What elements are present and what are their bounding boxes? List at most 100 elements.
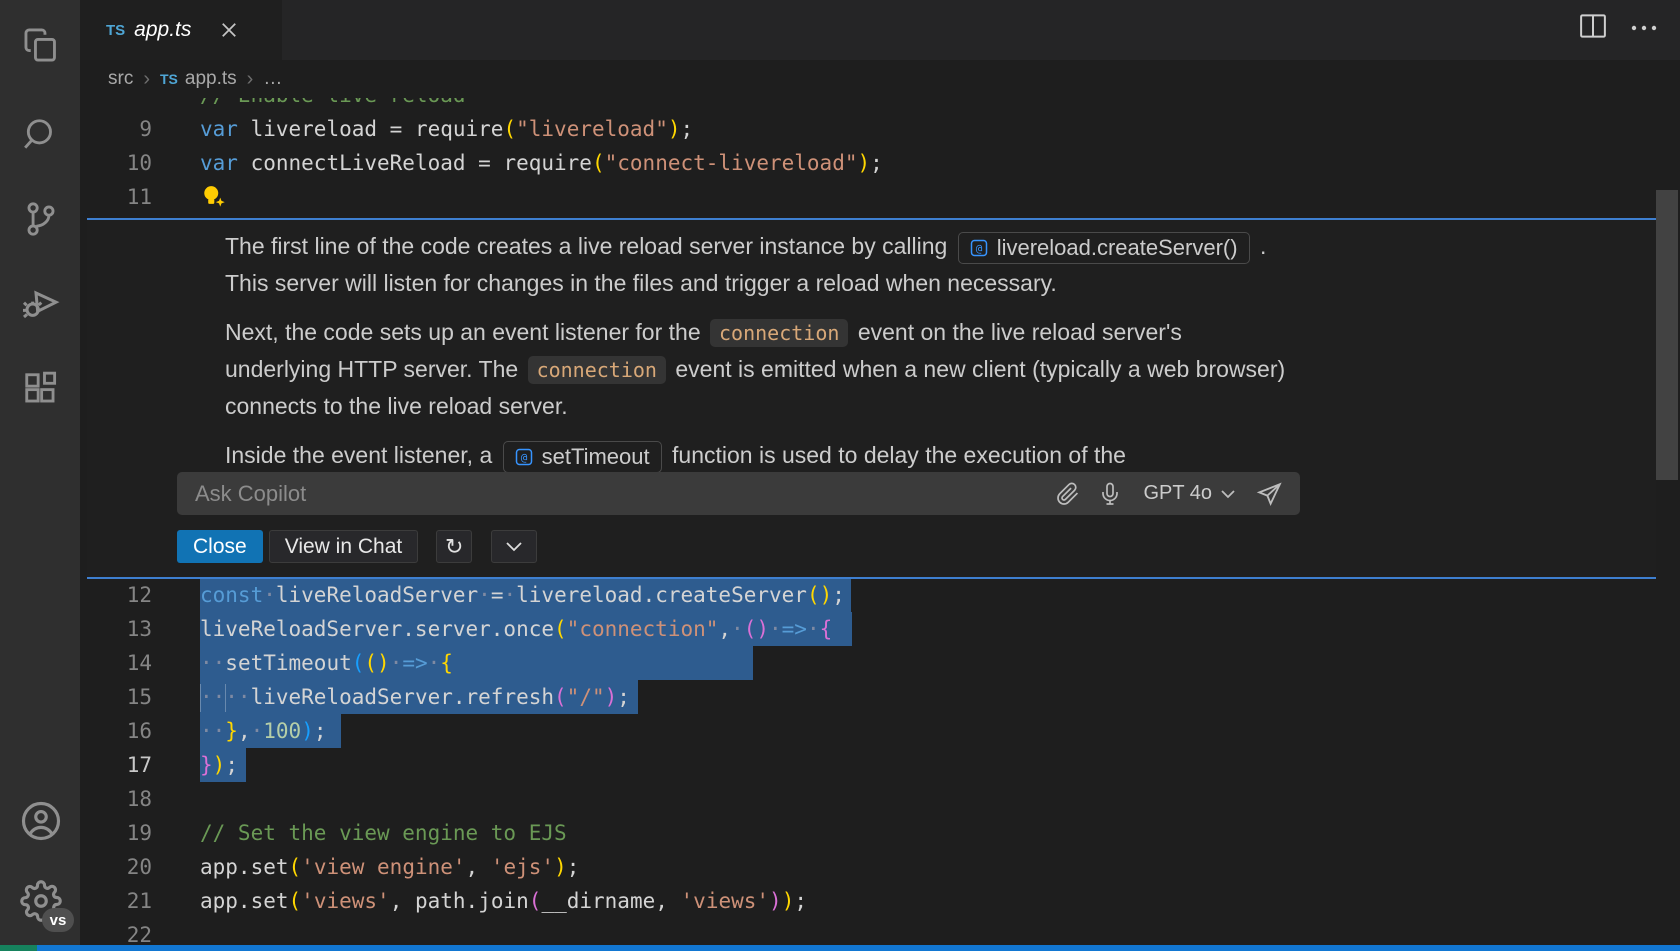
code-line[interactable]: ··setTimeout(()·=>·{ — [200, 646, 753, 680]
code-token: setTimeout — [225, 651, 351, 675]
line-number[interactable]: 10 — [80, 146, 152, 180]
code-line[interactable]: app.set('view engine', 'ejs'); — [200, 850, 579, 884]
code-token: · — [251, 719, 264, 743]
breadcrumb-folder[interactable]: src — [108, 68, 133, 90]
more-actions-icon[interactable] — [1630, 20, 1658, 38]
attach-icon[interactable] — [1047, 474, 1089, 514]
code-token: () — [744, 617, 769, 641]
code-token: = — [390, 117, 415, 141]
code-token: require — [503, 151, 592, 175]
code-line[interactable]: ····liveReloadServer.refresh("/"); — [200, 680, 638, 714]
run-and-debug-icon[interactable] — [18, 280, 64, 326]
extensions-icon[interactable] — [18, 366, 64, 412]
line-number[interactable]: 16 — [80, 714, 152, 748]
code-line[interactable]: // Set the view engine to EJS — [200, 816, 567, 850]
view-in-chat-button[interactable]: View in Chat — [269, 530, 419, 563]
symbol-chip[interactable]: @setTimeout — [503, 441, 662, 473]
symbol-chip[interactable]: @livereload.createServer() — [958, 232, 1250, 264]
inline-code-chip: connection — [528, 356, 666, 384]
code-token: { — [440, 651, 453, 675]
explorer-icon[interactable] — [18, 22, 64, 68]
code-token: ; — [225, 753, 238, 777]
code-token: · — [769, 617, 782, 641]
line-number[interactable]: 13 — [80, 612, 152, 646]
line-number[interactable]: 19 — [80, 816, 152, 850]
code-token: app.set — [200, 889, 289, 913]
breadcrumb-file[interactable]: app.ts — [185, 68, 237, 90]
line-number[interactable]: 12 — [80, 578, 152, 612]
code-token: var — [200, 151, 238, 175]
chat-text: event on the live reload server's — [851, 319, 1181, 345]
code-token: "connection" — [567, 617, 719, 641]
selection-tail — [453, 646, 753, 680]
activity-bar — [0, 0, 80, 951]
code-token: ( — [592, 151, 605, 175]
line-number[interactable]: 17 — [80, 748, 152, 782]
code-line[interactable]: const·liveReloadServer·=·livereload.crea… — [200, 578, 851, 612]
line-number[interactable]: 11 — [80, 180, 152, 214]
ts-file-icon: TS — [106, 22, 125, 39]
close-tab-icon[interactable] — [219, 20, 239, 40]
line-number[interactable]: 21 — [80, 884, 152, 918]
code-token: "livereload" — [516, 117, 668, 141]
source-control-icon[interactable] — [18, 196, 64, 242]
code-token: 'views' — [301, 889, 390, 913]
ask-copilot-input[interactable] — [177, 480, 1047, 508]
code-token: livereload — [238, 117, 390, 141]
line-number[interactable]: 9 — [80, 112, 152, 146]
send-icon[interactable] — [1248, 474, 1290, 514]
indent-guide — [225, 684, 226, 712]
code-token: () — [364, 651, 389, 675]
line-number[interactable]: 18 — [80, 782, 152, 816]
code-token: 100 — [263, 719, 301, 743]
code-line[interactable]: app.set('views', path.join(__dirname, 'v… — [200, 884, 807, 918]
svg-text:@: @ — [520, 451, 527, 464]
code-line[interactable]: }); — [200, 748, 246, 782]
line-number[interactable]: 20 — [80, 850, 152, 884]
chevron-right-icon: › — [247, 68, 254, 91]
tab-label: app.ts — [134, 18, 191, 42]
chat-text-line: underlying HTTP server. The connection e… — [225, 351, 1645, 388]
close-button[interactable]: Close — [177, 530, 263, 563]
editor-scrollbar[interactable] — [1656, 190, 1678, 480]
code-token: , — [718, 617, 731, 641]
code-token: ( — [289, 855, 302, 879]
code-token: => — [402, 651, 427, 675]
tab-app-ts[interactable]: TS app.ts — [80, 0, 282, 60]
split-editor-icon[interactable] — [1578, 12, 1608, 45]
microphone-icon[interactable] — [1089, 474, 1131, 514]
chat-text: This server will listen for changes in t… — [225, 270, 1057, 296]
selection-tail — [327, 714, 341, 748]
retry-icon[interactable]: ↻ — [436, 530, 472, 563]
code-token: ; — [870, 151, 883, 175]
code-token: , — [655, 889, 680, 913]
chat-text: underlying HTTP server. The — [225, 356, 525, 382]
code-token: ) — [668, 117, 681, 141]
chat-text: Inside the event listener, a — [225, 442, 499, 468]
model-picker[interactable]: GPT 4o — [1131, 482, 1248, 505]
code-line[interactable]: ··},·100); — [200, 714, 341, 748]
bottom-strip-green — [0, 945, 37, 951]
code-token: = — [491, 583, 504, 607]
code-token: 'views' — [681, 889, 770, 913]
code-token: ; — [617, 685, 630, 709]
search-icon[interactable] — [18, 112, 64, 158]
code-line[interactable]: var connectLiveReload = require("connect… — [200, 146, 883, 180]
code-line[interactable]: liveReloadServer.server.once("connection… — [200, 612, 852, 646]
code-token: , — [390, 889, 415, 913]
selection-tail — [630, 680, 638, 714]
symbol-method-icon: @ — [970, 239, 988, 257]
line-number[interactable]: 14 — [80, 646, 152, 680]
code-token: · — [807, 617, 820, 641]
copilot-lightbulb-icon[interactable] — [200, 183, 227, 210]
line-number[interactable]: 15 — [80, 680, 152, 714]
code-line[interactable]: var livereload = require("livereload"); — [200, 112, 693, 146]
breadcrumb-symbol[interactable]: … — [263, 68, 282, 90]
code-token: livereload.createServer — [516, 583, 807, 607]
chevron-down-icon[interactable] — [491, 530, 537, 563]
chat-text: event is emitted when a new client (typi… — [669, 356, 1285, 382]
chat-text: . — [1254, 233, 1267, 259]
code-token: } — [225, 719, 238, 743]
accounts-icon[interactable] — [18, 798, 64, 844]
code-token: } — [200, 753, 213, 777]
